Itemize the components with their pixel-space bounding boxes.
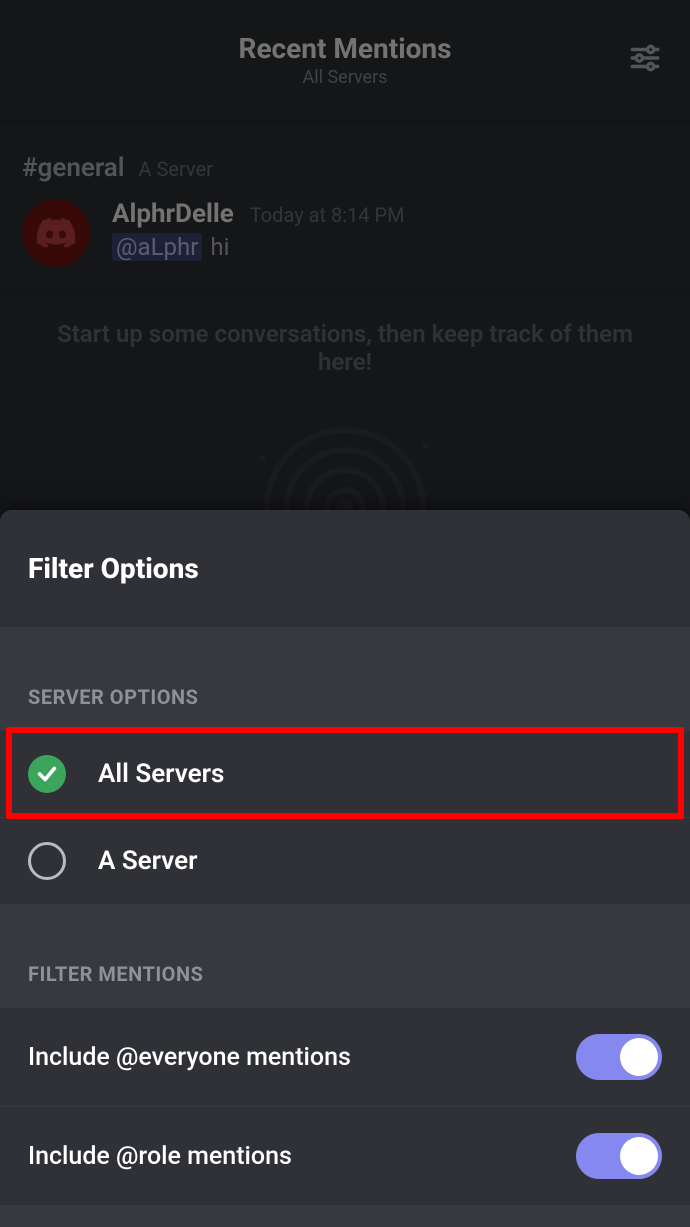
channel-name: #general — [22, 153, 124, 183]
top-bar: Recent Mentions All Servers — [0, 0, 690, 120]
option-label: A Server — [98, 846, 197, 876]
message-timestamp: Today at 8:14 PM — [250, 203, 405, 227]
filter-mentions-header: FILTER MENTIONS — [0, 904, 690, 1008]
server-option-all-servers[interactable]: All Servers — [0, 731, 690, 818]
mention-pill[interactable]: @aLphr — [112, 233, 202, 261]
channel-header[interactable]: #general A Server — [0, 121, 690, 191]
avatar[interactable] — [22, 199, 90, 267]
option-label: All Servers — [98, 759, 224, 789]
toggle-include-role[interactable]: Include @role mentions — [0, 1107, 690, 1205]
page-subtitle: All Servers — [239, 67, 452, 88]
toggle-label: Include @everyone mentions — [28, 1043, 351, 1072]
server-name: A Server — [138, 157, 212, 181]
message-text: hi — [210, 233, 229, 261]
toggle-switch-on[interactable] — [576, 1133, 662, 1179]
toggle-switch-on[interactable] — [576, 1034, 662, 1080]
radio-checked-icon — [28, 755, 66, 793]
filter-settings-icon[interactable] — [628, 41, 662, 79]
divider — [0, 289, 690, 290]
radio-unchecked-icon — [28, 842, 66, 880]
sheet-title: Filter Options — [28, 552, 662, 585]
message-author: AlphrDelle — [112, 199, 234, 229]
server-options-header: SERVER OPTIONS — [0, 627, 690, 731]
sheet-bottom-gap — [0, 1205, 690, 1227]
sheet-header: Filter Options — [0, 510, 690, 627]
mention-message[interactable]: AlphrDelle Today at 8:14 PM @aLphr hi — [0, 191, 690, 289]
filter-options-sheet: Filter Options SERVER OPTIONS All Server… — [0, 510, 690, 1227]
toggle-include-everyone[interactable]: Include @everyone mentions — [0, 1008, 690, 1107]
empty-state-text: Start up some conversations, then keep t… — [30, 320, 660, 376]
page-title: Recent Mentions — [239, 32, 452, 65]
toggle-label: Include @role mentions — [28, 1142, 292, 1171]
server-option-a-server[interactable]: A Server — [0, 818, 690, 904]
